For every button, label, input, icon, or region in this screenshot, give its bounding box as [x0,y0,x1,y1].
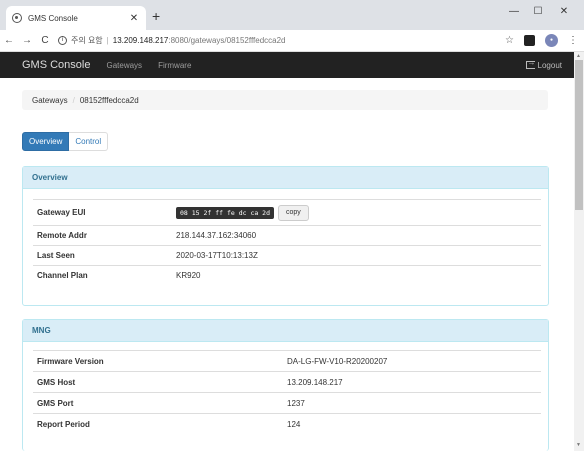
forward-button[interactable]: → [18,35,36,46]
table-row: Firmware Version DA-LG-FW-V10-R20200207 [33,350,541,371]
mng-panel: MNG Firmware Version DA-LG-FW-V10-R20200… [22,319,549,451]
table-row: Channel Plan KR920 [33,265,541,285]
row-key: Gateway EUI [37,208,86,217]
nav-link-gateways[interactable]: Gateways [106,61,142,70]
row-key: GMS Port [37,398,74,408]
logout-button[interactable]: Logout [525,58,562,70]
table-row: Last Seen 2020-03-17T10:13:13Z [33,245,541,265]
reload-button[interactable]: C [36,35,54,46]
row-value: DA-LG-FW-V10-R20200207 [287,356,388,366]
address-bar: ← → C i 주의 요함 | 13.209.148.217 :8080/gat… [0,30,584,52]
url-separator: | [106,36,109,45]
extension-icon[interactable] [524,35,535,46]
row-key: Firmware Version [37,356,104,366]
minimize-button[interactable]: — [504,6,524,17]
copy-button[interactable]: copy [278,204,309,221]
scrollbar-thumb[interactable] [575,60,583,210]
row-value: 13.209.148.217 [287,377,343,387]
row-key: Remote Addr [37,231,87,240]
app-navbar: GMS Console Gateways Firmware Logout [0,52,574,78]
row-key: GMS Host [37,377,76,387]
table-row: Report Period 124 [33,413,541,434]
tab-title: GMS Console [28,13,78,23]
security-label: 주의 요함 [71,36,103,45]
navbar-brand[interactable]: GMS Console [22,59,90,71]
row-value: 218.144.37.162:34060 [176,231,257,240]
back-button[interactable]: ← [0,35,18,46]
url-path: :8080/gateways/08152fffedcca2d [168,36,286,45]
mng-panel-title: MNG [23,320,548,342]
url-field[interactable]: i 주의 요함 | 13.209.148.217 :8080/gateways/… [58,35,286,46]
bookmark-star-icon[interactable]: ☆ [505,35,514,46]
table-row: Gateway EUI 08 15 2f ff fe dc ca 2d copy [33,199,541,225]
table-row: GMS Port 1237 [33,392,541,413]
logout-icon [525,58,536,69]
browser-tab-bar: GMS Console ✕ + — ☐ ✕ [0,0,584,30]
logout-label: Logout [537,60,562,70]
row-value: KR920 [176,271,201,280]
tab-overview[interactable]: Overview [22,132,70,151]
table-row: Remote Addr 218.144.37.162:34060 [33,225,541,245]
table-row: GMS Host 13.209.148.217 [33,371,541,392]
tab-group: Overview Control [22,132,109,151]
row-value: 2020-03-17T10:13:13Z [176,251,258,260]
row-key: Channel Plan [37,271,88,280]
row-key: Report Period [37,419,90,429]
gateway-eui-code: 08 15 2f ff fe dc ca 2d [176,206,275,219]
breadcrumb: Gateways / 08152fffedcca2d [22,90,548,110]
row-value: 124 [287,419,301,429]
globe-icon [12,13,22,23]
browser-menu-icon[interactable]: ⋮ [568,35,578,46]
tab-close-icon[interactable]: ✕ [128,13,140,24]
scroll-down-arrow[interactable]: ▼ [576,442,581,448]
overview-panel-title: Overview [23,167,548,189]
row-key: Last Seen [37,251,75,260]
profile-avatar[interactable]: ● [545,34,558,47]
window-close-button[interactable]: ✕ [554,6,574,17]
maximize-button[interactable]: ☐ [528,6,548,17]
row-value: 08 15 2f ff fe dc ca 2d copy [176,204,309,221]
breadcrumb-root[interactable]: Gateways [32,96,68,105]
breadcrumb-current: 08152fffedcca2d [79,95,139,105]
breadcrumb-separator: / [72,95,75,105]
row-value: 1237 [287,398,305,408]
url-host: 13.209.148.217 [112,36,169,45]
overview-table: Gateway EUI 08 15 2f ff fe dc ca 2d copy… [33,199,541,285]
mng-table: Firmware Version DA-LG-FW-V10-R20200207 … [33,350,541,434]
info-icon[interactable]: i [58,36,67,45]
nav-link-firmware[interactable]: Firmware [158,61,191,70]
tab-control[interactable]: Control [69,132,109,151]
browser-tab[interactable]: GMS Console ✕ [6,6,146,30]
scroll-up-arrow[interactable]: ▲ [576,53,581,59]
new-tab-button[interactable]: + [152,9,160,23]
overview-panel: Overview Gateway EUI 08 15 2f ff fe dc c… [22,166,549,306]
